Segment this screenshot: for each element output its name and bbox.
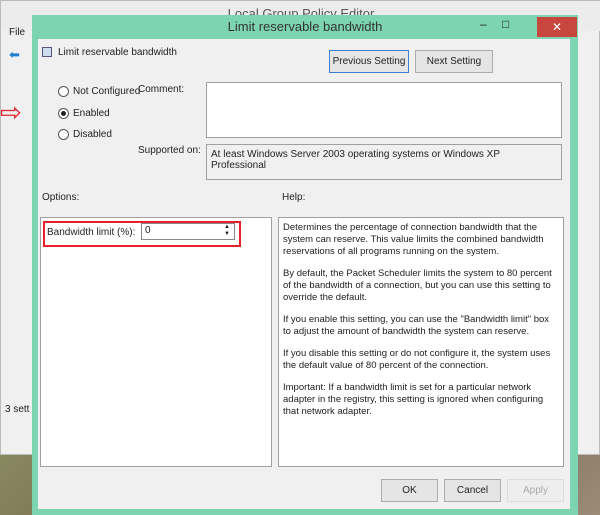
dialog-client: Limit reservable bandwidth Previous Sett… (38, 39, 570, 509)
menu-file[interactable]: File (9, 27, 25, 38)
status-text: 3 sett (5, 404, 30, 415)
policy-dialog: Limit reservable bandwidth □ – ✕ Limit r… (32, 15, 578, 515)
back-arrow-icon[interactable]: ⬅ (9, 47, 20, 63)
policy-icon (42, 47, 52, 57)
bandwidth-label: Bandwidth limit (%): (47, 227, 136, 238)
comment-label: Comment: (138, 84, 185, 95)
supported-label: Supported on: (138, 145, 201, 156)
apply-button[interactable]: Apply (507, 479, 564, 502)
help-paragraph: If you enable this setting, you can use … (283, 314, 550, 337)
dialog-title: Limit reservable bandwidth (227, 19, 383, 34)
radio-enabled[interactable]: Enabled (58, 108, 110, 119)
options-panel: Bandwidth limit (%): 0 ▲ ▼ (40, 217, 272, 467)
previous-setting-button[interactable]: Previous Setting (329, 50, 409, 73)
ok-button[interactable]: OK (381, 479, 438, 502)
help-paragraph: Important: If a bandwidth limit is set f… (283, 382, 544, 417)
maximize-button[interactable]: □ (502, 17, 509, 31)
help-paragraph: If you disable this setting or do not co… (283, 348, 551, 371)
radio-not-configured[interactable]: Not Configured (58, 86, 140, 97)
options-label: Options: (42, 192, 80, 203)
bandwidth-input[interactable]: 0 (141, 223, 235, 240)
setting-name: Limit reservable bandwidth (58, 47, 177, 58)
spinner-icon[interactable]: ▲ ▼ (224, 224, 230, 238)
help-paragraph: Determines the percentage of connection … (283, 222, 544, 257)
red-arrow-icon: ⇨ (0, 97, 22, 127)
close-button[interactable]: ✕ (537, 17, 577, 37)
minimize-button[interactable]: – (480, 17, 487, 31)
next-setting-button[interactable]: Next Setting (415, 50, 493, 73)
help-panel: Determines the percentage of connection … (278, 217, 564, 467)
cancel-button[interactable]: Cancel (444, 479, 501, 502)
supported-value: At least Windows Server 2003 operating s… (206, 144, 562, 180)
comment-field[interactable] (206, 82, 562, 138)
help-paragraph: By default, the Packet Scheduler limits … (283, 268, 552, 303)
help-label: Help: (282, 192, 306, 203)
radio-disabled[interactable]: Disabled (58, 129, 112, 140)
